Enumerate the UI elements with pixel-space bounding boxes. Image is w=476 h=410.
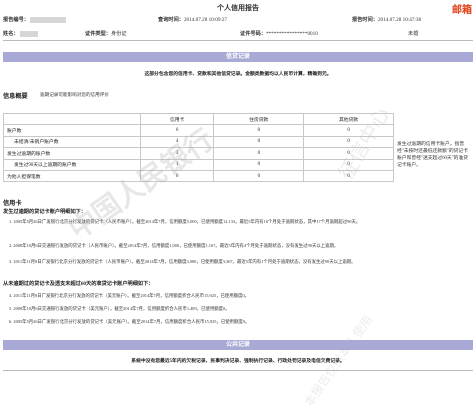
credit-report-page: 个人信用报告 邮箱 报告编号： 查询时间：2014.07.28 10:09:27… [0, 0, 476, 409]
list-item: 4. 2011年11月8日广发银行北京分行发放的贷记卡（美元账户）。截至2014… [9, 293, 250, 298]
query-time: 查询时间：2014.07.28 10:09:27 [158, 17, 228, 23]
list-item: 5. 2008年10月6日交通银行发放的贷记卡（美元账户）。截至2014年7月，… [9, 306, 230, 311]
table-row: 账户数 6 0 0 [3, 124, 394, 137]
overdue-subheading: 发生过逾期的贷记卡账户明细如下： [3, 209, 87, 215]
redacted-report-no [30, 16, 67, 23]
summary-side-note: 发生过逾期的信用卡账户，指曾经"未按时还最低还款额"的贷记卡账户和曾经"透支超过… [397, 142, 469, 168]
id-type: 证件类型：身份证 [85, 31, 127, 37]
list-item: 1. 2005年5月26日广发银行北京分行发放的贷记卡（人民币账户）。截至201… [9, 219, 361, 224]
id-number: 证件号码：****************0010 [240, 31, 318, 37]
table-row: 发生过逾期的账户数 3 0 0 [3, 147, 394, 160]
table-row: 发生过90天以上逾期的账户数 1 0 0 [3, 158, 394, 171]
list-item: 3. 2011年11月8日广发银行北京分行发放的贷记卡（人民币账户）。截至201… [9, 259, 356, 264]
report-time: 报告时间：2014.07.28 10:47:38 [352, 17, 422, 23]
credit-records-banner: 信贷记录 [3, 52, 473, 62]
card-section-title: 信用卡 [3, 200, 22, 207]
header-divider [3, 40, 473, 41]
public-records-banner: 公共记录 [3, 340, 473, 350]
credit-records-note: 这部分包含您的信用卡、贷款和其他信贷记录。金额类数据均以人民币计算，精确到元。 [144, 72, 332, 77]
name-field: 姓名： [3, 30, 38, 37]
normal-subheading: 从未逾期过的贷记卡及透支未超过60天的准贷记卡账户明细如下： [3, 281, 154, 287]
brand-logo[interactable]: 邮箱 [452, 1, 472, 16]
col-housing-loan: 住房贷款 [213, 112, 305, 126]
public-records-note: 系统中没有您最近5年内的欠税记录、民事判决记录、强制执行记录、行政处罚记录及电信… [131, 359, 345, 364]
redacted-name [19, 30, 38, 37]
summary-table: 信用卡 住房贷款 其他贷款 账户数 6 0 0 未结清/未销户账户数 4 0 0… [3, 112, 394, 183]
list-item: 6. 2005年5月26日广发银行北京分行发放的贷记卡（美元账户）。截至2014… [9, 319, 250, 324]
col-other-loan: 其他贷款 [303, 112, 394, 126]
footer-divider [3, 370, 473, 371]
marital-status: 未婚 [408, 31, 419, 37]
report-title: 个人信用报告 [217, 4, 259, 12]
list-item: 2. 2008年10月6日交通银行发放的贷记卡（人民币账户）。截至2014年7月… [9, 243, 339, 248]
summary-subtitle: 逾期记录可能影响对您的信用评价 [40, 92, 109, 97]
table-row: 为他人担保笔数 0 0 0 [3, 169, 394, 183]
summary-title: 信息概要 [3, 93, 28, 100]
summary-header-row: 信用卡 住房贷款 其他贷款 [3, 112, 394, 126]
table-row: 未结清/未销户账户数 4 0 0 [3, 135, 394, 149]
report-no: 报告编号： [3, 16, 67, 23]
col-credit-card: 信用卡 [139, 112, 215, 126]
